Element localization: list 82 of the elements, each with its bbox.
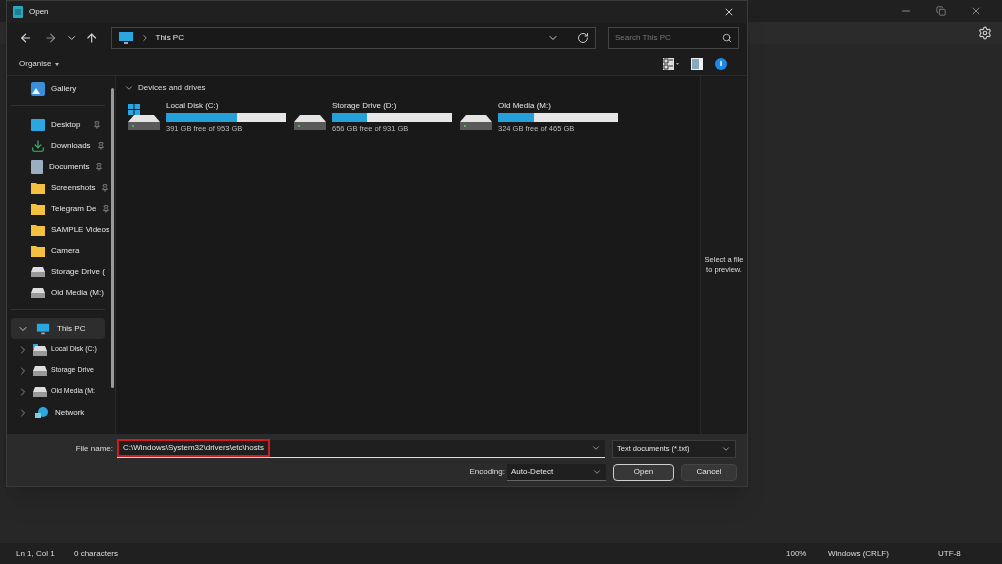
status-text: Ln 1, Col 1 <box>16 547 56 560</box>
drive-name: Storage Drive (D:) <box>332 100 398 112</box>
hard-drive-icon <box>294 115 326 131</box>
drive-icon <box>33 343 47 356</box>
encoding-value: Auto-Detect <box>511 465 554 478</box>
dialog-button[interactable]: Open <box>613 463 674 481</box>
nav-item-label: Camera <box>51 244 80 257</box>
close-icon[interactable] <box>723 6 735 18</box>
dropdown-icon[interactable] <box>591 443 601 453</box>
notepad-icon <box>13 6 23 18</box>
address-path[interactable]: This PC <box>155 32 184 44</box>
drive-icon <box>33 386 47 397</box>
file-name-field[interactable]: C:\Windows\System32\drivers\etc\hosts <box>117 439 605 458</box>
document-icon <box>31 159 43 174</box>
address-bar[interactable]: This PC <box>110 27 596 49</box>
network-icon <box>35 405 49 420</box>
nav-item-label: Downloads <box>51 139 91 152</box>
nav-item[interactable]: Desktop <box>11 114 105 135</box>
hard-drive-icon <box>128 115 160 131</box>
search-input[interactable]: Search This PC <box>615 32 722 44</box>
download-icon <box>31 138 45 153</box>
drive-icon <box>33 365 47 376</box>
nav-item[interactable]: Network <box>11 402 105 423</box>
dialog-button[interactable]: Cancel <box>681 463 737 481</box>
drive-name: Local Disk (C:) <box>166 100 220 112</box>
nav-item-label: Documents <box>49 160 90 173</box>
view-options-icon[interactable] <box>663 58 679 70</box>
gallery-icon <box>31 81 45 96</box>
encoding-label: Encoding: <box>469 466 505 478</box>
nav-item-label: This PC <box>57 322 86 335</box>
status-text: Windows (CRLF) <box>828 547 890 560</box>
up-icon[interactable] <box>85 31 99 45</box>
section-title: Devices and drives <box>138 82 206 94</box>
close-icon[interactable] <box>970 5 982 17</box>
file-name-label: File name: <box>74 442 114 455</box>
search-icon <box>722 33 732 43</box>
folder-icon <box>31 202 45 215</box>
chevron-icon <box>124 83 134 93</box>
nav-item[interactable]: Old Media (M:) <box>11 282 105 303</box>
desktop-icon <box>31 118 45 131</box>
file-name-value: C:\Windows\System32\drivers\etc\hosts <box>117 439 270 457</box>
monitor-icon <box>35 321 51 336</box>
encoding-select[interactable]: Auto-Detect <box>507 463 606 481</box>
settings-icon[interactable] <box>978 26 992 40</box>
nav-item-label: Network <box>55 406 85 419</box>
drive-name: Old Media (M:) <box>498 100 552 112</box>
nav-item[interactable]: Storage Drive ( <box>11 261 105 282</box>
drive-icon <box>31 287 45 298</box>
nav-item[interactable]: Telegram De <box>11 198 105 219</box>
help-icon[interactable] <box>715 58 727 70</box>
nav-item-label: Screenshots <box>51 181 96 194</box>
restore-icon[interactable] <box>936 6 946 16</box>
back-icon[interactable] <box>19 31 33 45</box>
refresh-icon[interactable] <box>577 32 589 44</box>
hard-drive-icon <box>460 115 492 131</box>
status-text: 0 characters <box>74 547 120 560</box>
nav-item-label: Old Media (M:) <box>51 286 104 299</box>
caret-icon <box>55 62 60 66</box>
nav-item[interactable]: Downloads <box>11 135 105 156</box>
status-text: UTF-8 <box>938 547 962 560</box>
organise-menu[interactable]: Organise <box>19 58 60 70</box>
nav-item-label: Gallery <box>51 82 77 95</box>
scrollbar-thumb[interactable] <box>110 88 114 388</box>
nav-item[interactable]: Screenshots <box>11 177 105 198</box>
nav-item-label: SAMPLE Videos <box>51 223 109 236</box>
nav-item[interactable]: This PC <box>11 318 105 339</box>
nav-item-label: Desktop <box>51 118 81 131</box>
drive-icon <box>31 266 45 277</box>
folder-icon <box>31 244 45 257</box>
nav-item-label: Storage Drive ( <box>51 265 105 278</box>
forward-icon[interactable] <box>44 31 58 45</box>
monitor-icon <box>117 30 134 46</box>
nav-item[interactable]: Documents <box>11 156 105 177</box>
search-field[interactable]: Search This PC <box>608 27 739 49</box>
nav-item[interactable]: Camera <box>11 240 105 261</box>
folder-icon <box>31 223 45 236</box>
dialog-title: Open <box>29 6 49 18</box>
folder-icon <box>31 181 45 194</box>
section-header[interactable]: Devices and drives <box>124 82 692 94</box>
status-text: 100% <box>786 547 808 560</box>
nav-item-label: Telegram De <box>51 202 97 215</box>
nav-item[interactable]: Gallery <box>11 78 105 99</box>
